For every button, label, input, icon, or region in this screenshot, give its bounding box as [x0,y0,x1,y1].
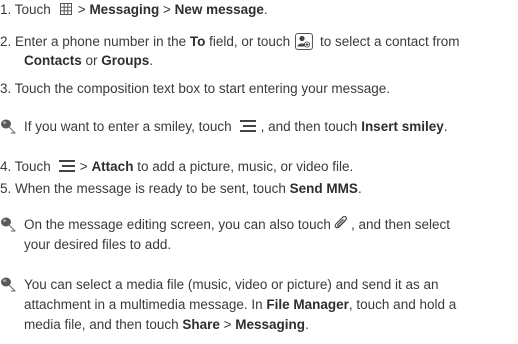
menu-icon [58,160,75,173]
step-4: 4. Touch > Attach to add a picture, music… [0,159,354,174]
step-1: 1. Touch > Messaging > New message. [0,2,268,17]
step-3: 3. Touch the composition text box to sta… [0,81,390,96]
note-media-line-1: You can select a media file (music, vide… [24,277,439,292]
note-pin-icon [1,119,16,134]
add-contact-icon [295,33,314,50]
step-2-cont: Contacts or Groups. [24,53,154,68]
step-5: 5. When the message is ready to be sent,… [0,181,362,196]
step-2: 2. Enter a phone number in the To field,… [0,33,460,50]
menu-icon [239,120,256,133]
note-pin-icon [1,217,16,232]
note-media-line-2: attachment in a multimedia message. In F… [24,297,457,312]
note-attach-line-2: your desired files to add. [24,237,172,252]
apps-grid-icon [59,3,72,16]
note-smiley: If you want to enter a smiley, touch, an… [24,119,448,134]
note-media-line-3: media file, and then touch Share > Messa… [24,317,309,332]
note-pin-icon [1,277,16,292]
paperclip-icon [334,216,350,232]
note-attach-line-1: On the message editing screen, you can a… [24,216,451,232]
